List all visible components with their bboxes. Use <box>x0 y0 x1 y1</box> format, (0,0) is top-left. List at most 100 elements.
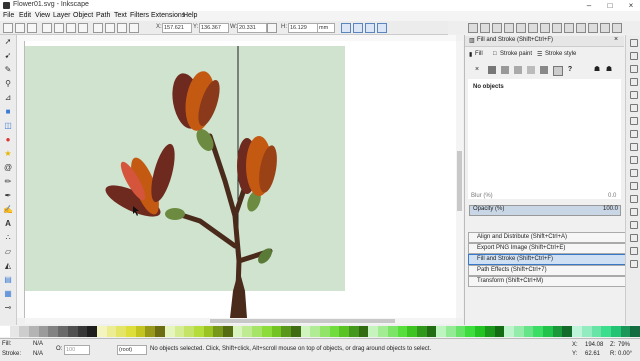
palette-swatch[interactable] <box>252 326 263 337</box>
layer-select[interactable]: (root) <box>117 345 147 355</box>
tweak-icon[interactable]: ✎ <box>3 65 13 74</box>
flower-drawing[interactable] <box>25 41 456 318</box>
snap-smooth-icon[interactable] <box>630 169 638 177</box>
palette-swatch[interactable] <box>281 326 292 337</box>
fill-nonzero-icon[interactable]: ☗ <box>605 66 613 74</box>
palette-swatch[interactable] <box>407 326 418 337</box>
maximize-icon[interactable]: □ <box>601 0 619 11</box>
snap-grid-icon[interactable] <box>630 247 638 255</box>
rotate-cw-icon[interactable] <box>54 23 64 33</box>
palette-swatch[interactable] <box>261 326 272 337</box>
x-field[interactable]: 157.621 <box>162 23 192 33</box>
palette-swatch[interactable] <box>601 326 612 337</box>
palette-swatch[interactable] <box>455 326 466 337</box>
palette-swatch[interactable] <box>513 326 525 337</box>
palette-swatch[interactable] <box>552 326 563 337</box>
dock-export-png[interactable]: Export PNG Image (Shift+Ctrl+E) <box>468 243 628 254</box>
move-patterns-icon[interactable] <box>377 23 387 33</box>
w-field[interactable]: 20.331 <box>237 23 267 33</box>
palette-swatch[interactable] <box>242 326 253 337</box>
menu-extensions[interactable]: Extensions <box>151 12 185 19</box>
spiral-icon[interactable]: @ <box>3 163 13 172</box>
tab-stroke-paint[interactable]: Stroke paint <box>500 51 532 60</box>
palette-swatch[interactable] <box>19 326 30 337</box>
zoom-selection-icon[interactable] <box>588 23 598 33</box>
y-field[interactable]: 136.367 <box>199 23 229 33</box>
palette-swatch[interactable] <box>620 326 631 337</box>
menu-help[interactable]: Help <box>183 12 197 19</box>
node-icon[interactable]: ➹ <box>3 51 13 60</box>
lower-icon[interactable] <box>117 23 127 33</box>
palette-swatch[interactable] <box>349 326 360 337</box>
horizontal-scrollbar[interactable] <box>25 318 456 324</box>
palette-swatch[interactable] <box>533 326 544 337</box>
redo-icon[interactable] <box>552 23 562 33</box>
vertical-scrollbar[interactable] <box>456 41 463 318</box>
ellipse-icon[interactable]: ● <box>3 135 13 144</box>
snap-midpoint-icon[interactable] <box>630 182 638 190</box>
fill-stroke-header[interactable]: ▥ Fill and Stroke (Shift+Ctrl+F) × <box>465 36 624 47</box>
palette-swatch[interactable] <box>126 326 137 337</box>
close-icon[interactable]: × <box>622 0 640 11</box>
dock-path-effects[interactable]: Path Effects (Shift+Ctrl+7) <box>468 265 628 276</box>
scale-stroke-icon[interactable] <box>341 23 351 33</box>
paint-flat-icon[interactable] <box>488 66 496 74</box>
palette-swatch[interactable] <box>610 326 622 337</box>
palette-swatch[interactable] <box>116 326 127 337</box>
mesh-icon[interactable]: ▦ <box>3 289 13 298</box>
minimize-icon[interactable]: – <box>580 0 598 11</box>
spray-icon[interactable]: ∴ <box>3 233 13 242</box>
gradient-icon[interactable]: ▤ <box>3 275 13 284</box>
palette-swatch[interactable] <box>58 326 69 337</box>
snap-bbox-icon[interactable] <box>630 52 638 60</box>
palette-swatch[interactable] <box>48 326 59 337</box>
bucket-icon[interactable]: ◭ <box>3 261 13 270</box>
palette-swatch[interactable] <box>368 326 379 337</box>
lower-to-bottom-icon[interactable] <box>129 23 139 33</box>
raise-icon[interactable] <box>105 23 115 33</box>
palette-swatch[interactable] <box>543 326 554 337</box>
snap-bbox-corner-icon[interactable] <box>630 78 638 86</box>
palette-swatch[interactable] <box>38 326 49 337</box>
horizontal-scroll-thumb[interactable] <box>210 319 395 323</box>
palette-swatch[interactable] <box>300 326 311 337</box>
palette-swatch[interactable] <box>203 326 214 337</box>
menu-text[interactable]: Text <box>114 12 127 19</box>
close-panel-icon[interactable]: × <box>614 36 618 43</box>
palette-swatch[interactable] <box>232 326 243 337</box>
import-icon[interactable] <box>516 23 526 33</box>
palette-swatch[interactable] <box>523 326 534 337</box>
move-gradients-icon[interactable] <box>365 23 375 33</box>
rotation-field[interactable]: 0.00° <box>618 351 632 357</box>
paint-swatch-icon[interactable] <box>553 66 563 76</box>
palette-swatch[interactable] <box>193 326 205 337</box>
palette-swatch[interactable] <box>271 326 282 337</box>
palette-swatch[interactable] <box>436 326 447 337</box>
dropper-icon[interactable]: ⊸ <box>3 303 13 312</box>
snap-center-icon[interactable] <box>630 195 638 203</box>
menu-layer[interactable]: Layer <box>53 12 71 19</box>
palette-swatch[interactable] <box>310 326 321 337</box>
dock-transform[interactable]: Transform (Shift+Ctrl+M) <box>468 276 628 287</box>
palette-swatch[interactable] <box>591 326 602 337</box>
vertical-scroll-thumb[interactable] <box>457 151 462 211</box>
fill-indicator[interactable]: N/A <box>33 341 43 347</box>
palette-swatch[interactable] <box>475 326 486 337</box>
palette-swatch[interactable] <box>213 326 224 337</box>
palette-swatch[interactable] <box>378 326 389 337</box>
save-icon[interactable] <box>492 23 502 33</box>
dock-align-distribute[interactable]: Align and Distribute (Shift+Ctrl+A) <box>468 232 628 243</box>
h-field[interactable]: 16.129 <box>288 23 318 33</box>
snap-enable-icon[interactable] <box>630 39 638 47</box>
print-icon[interactable] <box>504 23 514 33</box>
palette-swatch[interactable] <box>96 326 108 337</box>
opacity-status-field[interactable]: 100 <box>64 345 90 355</box>
palette-swatch[interactable] <box>87 326 98 337</box>
eraser-icon[interactable]: ▱ <box>3 247 13 256</box>
palette-swatch[interactable] <box>446 326 457 337</box>
palette-swatch[interactable] <box>0 326 11 337</box>
palette-swatch[interactable] <box>67 326 79 337</box>
blur-value[interactable]: 0.0 <box>608 193 616 199</box>
palette-swatch[interactable] <box>426 326 437 337</box>
snap-page-icon[interactable] <box>630 234 638 242</box>
